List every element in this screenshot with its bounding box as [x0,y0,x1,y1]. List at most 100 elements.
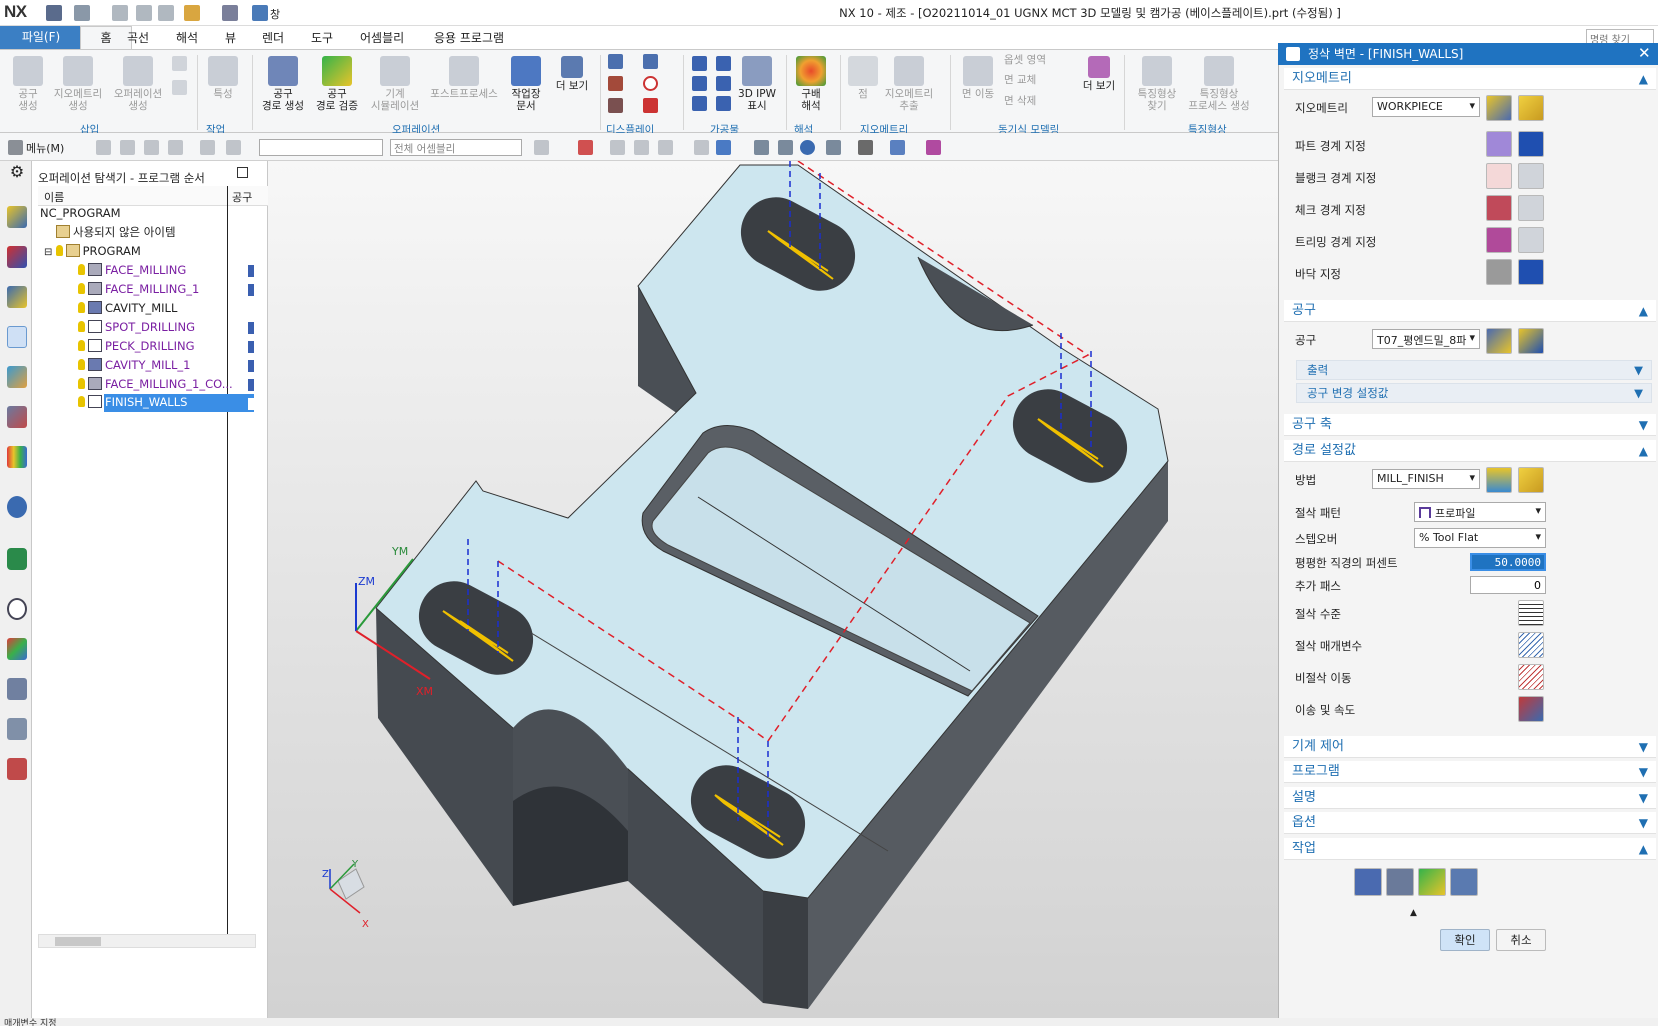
save-icon[interactable] [46,5,62,21]
edit-method-icon[interactable] [1486,467,1512,493]
scroll-thumb[interactable] [55,937,101,946]
properties-button[interactable]: 특성 [205,56,241,100]
toolbar-a-icon[interactable] [96,140,111,155]
info-icon[interactable] [7,496,27,518]
select-1-icon[interactable] [534,140,549,155]
tree-row-face-milling[interactable]: FACE_MILLING [78,261,186,280]
display-curve-icon[interactable] [643,98,658,113]
tab-tools[interactable]: 도구 [311,29,333,46]
tree-row-unused-items[interactable]: 사용되지 않은 아이템 [56,223,176,242]
display-flashlight-icon[interactable] [1518,259,1544,285]
cancel-button[interactable]: 취소 [1496,929,1546,951]
process-studio-icon[interactable] [7,718,27,740]
tree-row-spot-drilling[interactable]: SPOT_DRILLING [78,318,195,337]
column-name-header[interactable]: 이름 [44,189,64,205]
toolbar-e-icon[interactable] [200,140,215,155]
machine-simulation-button[interactable]: 기계 시뮬레이션 [366,56,424,112]
more-sync-button[interactable]: 더 보기 [1080,56,1118,92]
move-face-button[interactable]: 면 이동 [958,56,998,100]
edit-tool-icon[interactable] [1486,328,1512,354]
create-operation-button[interactable]: 오퍼레이션 생성 [110,56,166,112]
horizontal-scrollbar[interactable] [38,934,256,948]
machine-tool-view-icon[interactable] [7,206,27,228]
section-description[interactable]: 설명 ▼ [1284,787,1656,809]
workpiece-5-icon[interactable] [692,96,707,111]
tab-curve[interactable]: 곡선 [127,29,149,46]
tree-row-program[interactable]: ⊟ PROGRAM [44,242,141,261]
tab-render[interactable]: 렌더 [262,29,284,46]
postprocess-button[interactable]: 포스트프로세스 [428,56,500,100]
file-tab[interactable]: 파일(F) [0,26,82,49]
toolbar-c-icon[interactable] [144,140,159,155]
replace-face-button[interactable]: 면 교체 [1004,74,1074,86]
section-options[interactable]: 옵션 ▼ [1284,812,1656,834]
window-menu[interactable]: 창 [270,6,280,22]
navigator-maximize-icon[interactable] [237,167,248,178]
display-flashlight-icon[interactable] [1518,131,1544,157]
workpiece-3-icon[interactable] [692,76,707,91]
section-actions[interactable]: 작업 ▲ [1284,838,1656,860]
window-icon[interactable] [252,5,268,21]
touch-mode-icon[interactable] [222,5,238,21]
zoom-icon[interactable] [778,140,793,155]
section-machine-control[interactable]: 기계 제어 ▼ [1284,736,1656,758]
display-flashlight-icon[interactable] [1518,227,1544,253]
section-program[interactable]: 프로그램 ▼ [1284,761,1656,783]
tab-analysis[interactable]: 해석 [176,29,198,46]
wrench-icon[interactable] [1518,95,1544,121]
part-boundary-icon[interactable] [1486,131,1512,157]
select-2-icon[interactable] [578,140,593,155]
subsection-tool-change[interactable]: 공구 변경 설정값 ▼ [1296,383,1652,403]
render-style-icon[interactable] [858,140,873,155]
floor-icon[interactable] [1486,259,1512,285]
tree-row-finish-walls[interactable]: FINISH_WALLS [78,393,187,412]
select-4-icon[interactable] [634,140,649,155]
snap-icon[interactable] [8,140,23,155]
column-tool-header[interactable]: 공구 [232,189,252,205]
program-order-view-icon[interactable] [7,246,27,268]
close-icon[interactable]: ✕ [1638,44,1651,62]
wrench-icon[interactable] [1518,467,1544,493]
create-tool-button[interactable]: 공구 생성 [10,56,46,112]
fit-view-icon[interactable] [754,140,769,155]
section-path-settings[interactable]: 경로 설정값 ▲ [1284,440,1656,462]
tree-row-face-milling-1-copy[interactable]: FACE_MILLING_1_CO... [78,375,233,394]
cut-levels-icon[interactable] [1518,600,1544,626]
select-7-icon[interactable] [716,140,731,155]
verify-icon[interactable] [1418,868,1446,896]
select-5-icon[interactable] [658,140,673,155]
tree-row-cavity-mill[interactable]: CAVITY_MILL [78,299,177,318]
show-3d-ipw-button[interactable]: 3D IPW 표시 [736,56,778,112]
type-filter-select[interactable] [259,139,383,156]
ok-button[interactable]: 확인 [1440,929,1490,951]
edit-geometry-icon[interactable] [1486,95,1512,121]
subsection-output[interactable]: 출력 ▼ [1296,360,1652,380]
replay-icon[interactable] [1386,868,1414,896]
rotate-icon[interactable] [800,140,815,155]
copy-operation-icon[interactable] [172,56,187,71]
tab-applications[interactable]: 응용 프로그램 [434,29,504,46]
tool-select[interactable]: T07_평엔드밀_8파 [1372,329,1480,349]
create-feature-process-button[interactable]: 특징형상 프로세스 생성 [1186,56,1252,112]
workpiece-2-icon[interactable] [716,56,731,71]
history-icon[interactable] [7,406,27,428]
system-materials-icon[interactable] [7,446,27,468]
clock-icon[interactable] [7,598,27,620]
geometry-select[interactable]: WORKPIECE [1372,97,1480,117]
tree-row-face-milling-1[interactable]: FACE_MILLING_1 [78,280,199,299]
select-3-icon[interactable] [610,140,625,155]
stepover-select[interactable]: % Tool Flat [1414,528,1546,548]
check-boundary-icon[interactable] [1486,195,1512,221]
cut-operation-icon[interactable] [172,80,187,95]
paste-icon[interactable] [158,5,174,21]
settings-gear-icon[interactable]: ⚙ [7,162,27,184]
tab-assembly[interactable]: 어셈블리 [360,29,404,46]
workpiece-6-icon[interactable] [716,96,731,111]
tab-view[interactable]: 뷰 [225,29,236,46]
create-geometry-button[interactable]: 지오메트리 생성 [50,56,106,112]
more-operation-button[interactable]: 더 보기 [552,56,592,92]
collapse-all-icon[interactable]: ▲ [1410,908,1417,918]
find-feature-button[interactable]: 특징형상 찾기 [1130,56,1184,112]
layer-icon[interactable] [926,140,941,155]
graphics-viewport[interactable]: YM ZM XM Z Y X [268,160,1278,1018]
